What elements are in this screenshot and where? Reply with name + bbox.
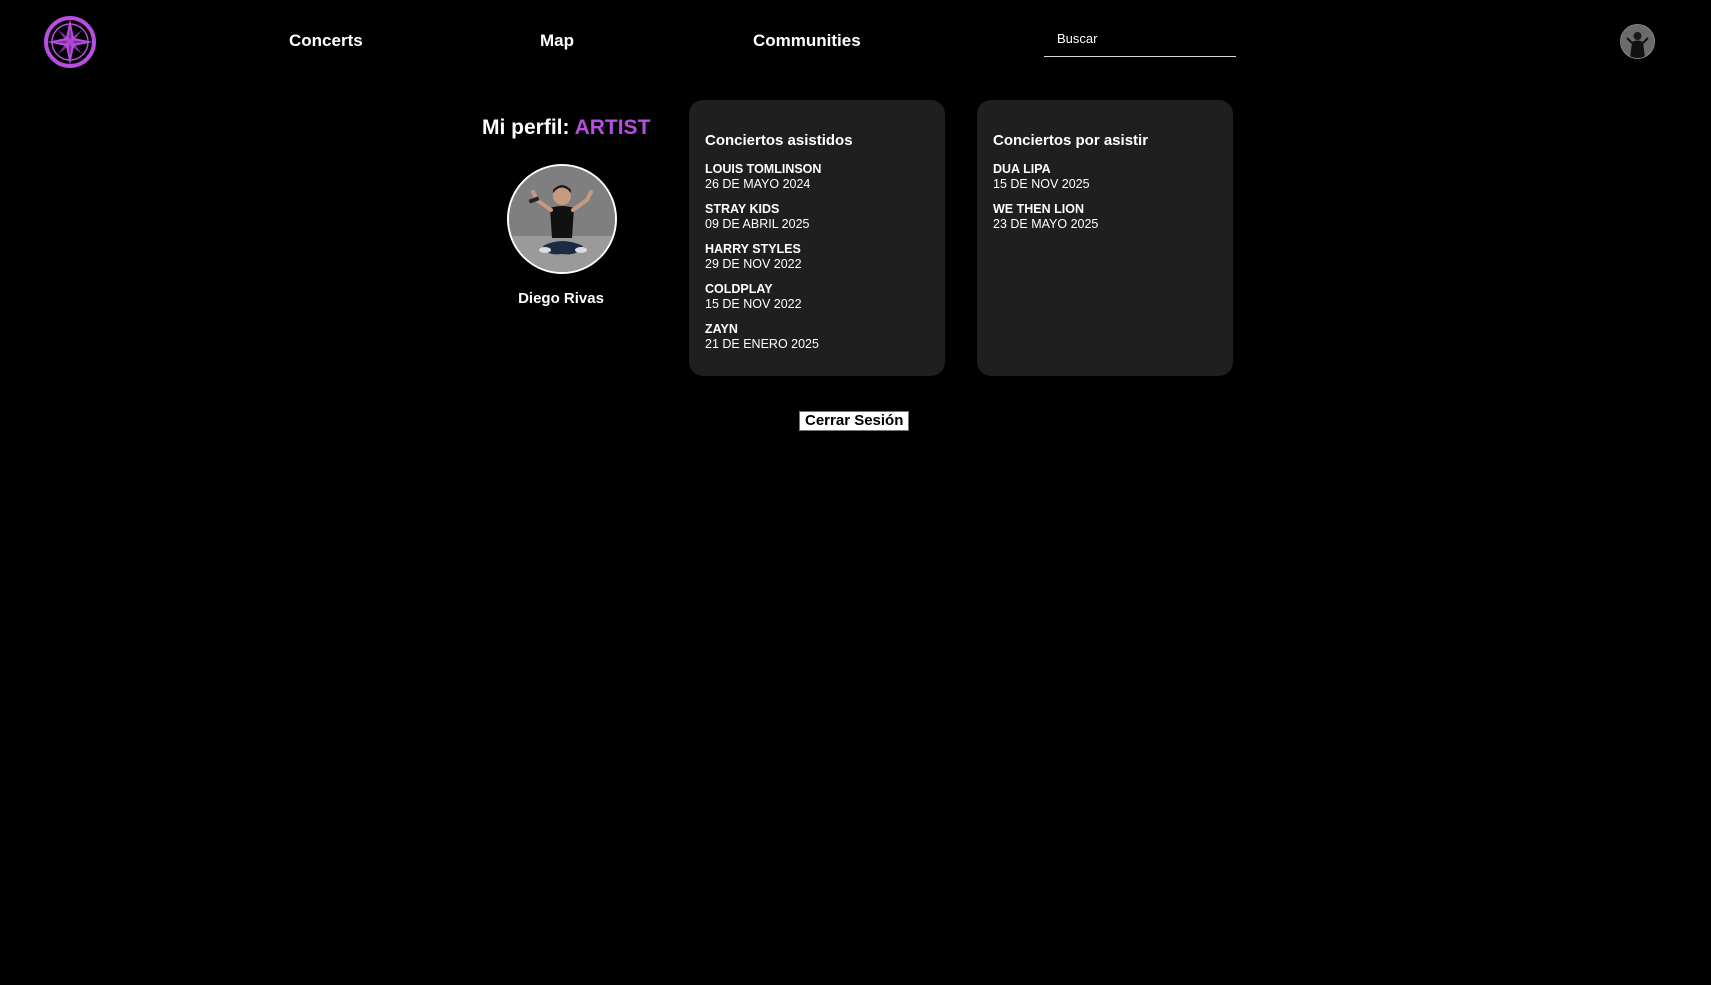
concert-artist: DUA LIPA — [993, 162, 1051, 176]
concert-artist: WE THEN LION — [993, 202, 1084, 216]
nav-concerts[interactable]: Concerts — [289, 31, 363, 51]
concert-artist: LOUIS TOMLINSON — [705, 162, 822, 176]
list-item: HARRY STYLES 29 DE NOV 2022 — [705, 242, 935, 282]
logout-button[interactable]: Cerrar Sesión — [799, 411, 910, 431]
list-item: WE THEN LION 23 DE MAYO 2025 — [993, 202, 1223, 242]
attended-concerts-card: Conciertos asistidos LOUIS TOMLINSON 26 … — [689, 100, 945, 376]
concert-artist: HARRY STYLES — [705, 242, 801, 256]
list-item: COLDPLAY 15 DE NOV 2022 — [705, 282, 935, 322]
nav-communities[interactable]: Communities — [753, 31, 861, 51]
concert-artist: STRAY KIDS — [705, 202, 780, 216]
attended-card-title: Conciertos asistidos — [705, 132, 853, 149]
concert-date: 15 DE NOV 2022 — [705, 297, 802, 311]
concert-date: 23 DE MAYO 2025 — [993, 217, 1099, 231]
profile-page: Concerts Map Communities Mi perfil: ARTI… — [0, 0, 1711, 985]
concert-date: 26 DE MAYO 2024 — [705, 177, 811, 191]
upcoming-list: DUA LIPA 15 DE NOV 2025 WE THEN LION 23 … — [993, 162, 1223, 242]
concert-artist: COLDPLAY — [705, 282, 773, 296]
concert-date: 21 DE ENERO 2025 — [705, 337, 819, 351]
list-item: DUA LIPA 15 DE NOV 2025 — [993, 162, 1223, 202]
upcoming-concerts-card: Conciertos por asistir DUA LIPA 15 DE NO… — [977, 100, 1233, 376]
list-item: LOUIS TOMLINSON 26 DE MAYO 2024 — [705, 162, 935, 202]
profile-photo — [507, 164, 617, 274]
concert-date: 09 DE ABRIL 2025 — [705, 217, 810, 231]
concert-artist: ZAYN — [705, 322, 738, 336]
profile-title-prefix: Mi perfil: — [482, 116, 570, 139]
search-bar — [1044, 22, 1237, 57]
profile-role: ARTIST — [574, 116, 651, 139]
profile-title: Mi perfil: ARTIST — [482, 116, 650, 140]
upcoming-card-title: Conciertos por asistir — [993, 132, 1149, 149]
concert-date: 15 DE NOV 2025 — [993, 177, 1090, 191]
attended-list: LOUIS TOMLINSON 26 DE MAYO 2024 STRAY KI… — [705, 162, 935, 362]
profile-name: Diego Rivas — [518, 290, 604, 307]
search-input[interactable] — [1044, 22, 1237, 54]
list-item: STRAY KIDS 09 DE ABRIL 2025 — [705, 202, 935, 242]
list-item: ZAYN 21 DE ENERO 2025 — [705, 322, 935, 362]
compass-logo-icon[interactable] — [43, 15, 97, 69]
user-avatar[interactable] — [1620, 24, 1655, 59]
concert-date: 29 DE NOV 2022 — [705, 257, 802, 271]
nav-map[interactable]: Map — [540, 31, 574, 51]
